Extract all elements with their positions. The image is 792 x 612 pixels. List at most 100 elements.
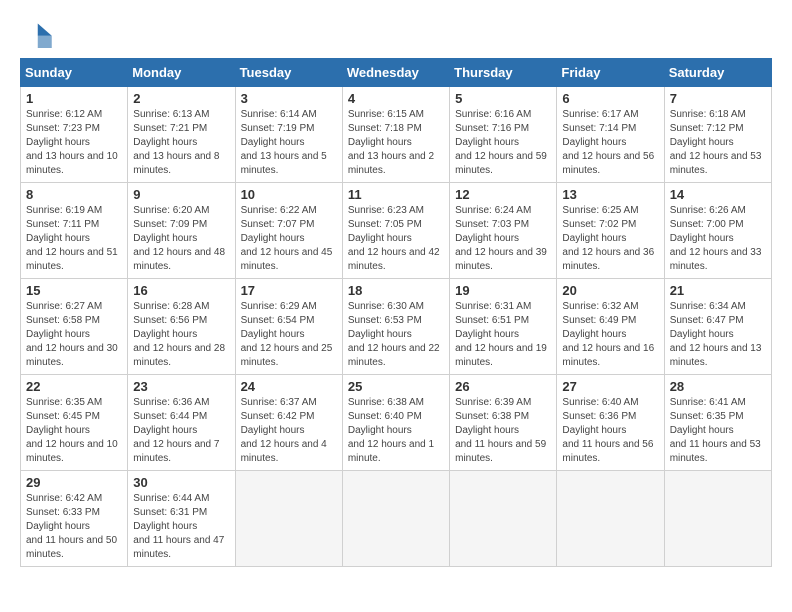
day-info: Sunrise: 6:13 AM Sunset: 7:21 PM Dayligh… xyxy=(133,109,219,176)
day-number: 1 xyxy=(26,91,122,106)
logo-icon xyxy=(20,20,52,48)
day-info: Sunrise: 6:37 AM Sunset: 6:42 PM Dayligh… xyxy=(241,397,327,464)
calendar-cell: 9 Sunrise: 6:20 AM Sunset: 7:09 PM Dayli… xyxy=(128,183,235,279)
calendar-header-row: SundayMondayTuesdayWednesdayThursdayFrid… xyxy=(21,59,772,87)
calendar-cell: 8 Sunrise: 6:19 AM Sunset: 7:11 PM Dayli… xyxy=(21,183,128,279)
day-info: Sunrise: 6:29 AM Sunset: 6:54 PM Dayligh… xyxy=(241,301,333,368)
calendar-cell: 28 Sunrise: 6:41 AM Sunset: 6:35 PM Dayl… xyxy=(664,375,771,471)
calendar-cell: 12 Sunrise: 6:24 AM Sunset: 7:03 PM Dayl… xyxy=(450,183,557,279)
day-number: 9 xyxy=(133,187,229,202)
day-info: Sunrise: 6:32 AM Sunset: 6:49 PM Dayligh… xyxy=(562,301,654,368)
day-number: 5 xyxy=(455,91,551,106)
day-info: Sunrise: 6:31 AM Sunset: 6:51 PM Dayligh… xyxy=(455,301,547,368)
day-info: Sunrise: 6:28 AM Sunset: 6:56 PM Dayligh… xyxy=(133,301,225,368)
calendar-cell: 26 Sunrise: 6:39 AM Sunset: 6:38 PM Dayl… xyxy=(450,375,557,471)
day-number: 30 xyxy=(133,475,229,490)
header-cell-tuesday: Tuesday xyxy=(235,59,342,87)
day-info: Sunrise: 6:22 AM Sunset: 7:07 PM Dayligh… xyxy=(241,205,333,272)
day-number: 22 xyxy=(26,379,122,394)
calendar-cell xyxy=(235,471,342,567)
day-number: 16 xyxy=(133,283,229,298)
day-number: 25 xyxy=(348,379,444,394)
calendar-cell: 29 Sunrise: 6:42 AM Sunset: 6:33 PM Dayl… xyxy=(21,471,128,567)
calendar-cell: 24 Sunrise: 6:37 AM Sunset: 6:42 PM Dayl… xyxy=(235,375,342,471)
calendar-cell: 18 Sunrise: 6:30 AM Sunset: 6:53 PM Dayl… xyxy=(342,279,449,375)
day-number: 24 xyxy=(241,379,337,394)
calendar-cell: 22 Sunrise: 6:35 AM Sunset: 6:45 PM Dayl… xyxy=(21,375,128,471)
calendar-cell xyxy=(557,471,664,567)
day-info: Sunrise: 6:38 AM Sunset: 6:40 PM Dayligh… xyxy=(348,397,434,464)
day-number: 8 xyxy=(26,187,122,202)
day-number: 17 xyxy=(241,283,337,298)
day-number: 18 xyxy=(348,283,444,298)
day-number: 26 xyxy=(455,379,551,394)
calendar-cell: 13 Sunrise: 6:25 AM Sunset: 7:02 PM Dayl… xyxy=(557,183,664,279)
calendar-cell: 2 Sunrise: 6:13 AM Sunset: 7:21 PM Dayli… xyxy=(128,87,235,183)
calendar-cell: 20 Sunrise: 6:32 AM Sunset: 6:49 PM Dayl… xyxy=(557,279,664,375)
header-cell-monday: Monday xyxy=(128,59,235,87)
calendar-cell: 3 Sunrise: 6:14 AM Sunset: 7:19 PM Dayli… xyxy=(235,87,342,183)
day-info: Sunrise: 6:24 AM Sunset: 7:03 PM Dayligh… xyxy=(455,205,547,272)
day-info: Sunrise: 6:42 AM Sunset: 6:33 PM Dayligh… xyxy=(26,493,117,560)
day-number: 27 xyxy=(562,379,658,394)
calendar-cell: 23 Sunrise: 6:36 AM Sunset: 6:44 PM Dayl… xyxy=(128,375,235,471)
day-number: 11 xyxy=(348,187,444,202)
day-info: Sunrise: 6:27 AM Sunset: 6:58 PM Dayligh… xyxy=(26,301,118,368)
day-number: 2 xyxy=(133,91,229,106)
header-cell-saturday: Saturday xyxy=(664,59,771,87)
header-cell-friday: Friday xyxy=(557,59,664,87)
day-number: 7 xyxy=(670,91,766,106)
day-info: Sunrise: 6:30 AM Sunset: 6:53 PM Dayligh… xyxy=(348,301,440,368)
calendar-cell: 4 Sunrise: 6:15 AM Sunset: 7:18 PM Dayli… xyxy=(342,87,449,183)
day-info: Sunrise: 6:36 AM Sunset: 6:44 PM Dayligh… xyxy=(133,397,219,464)
header-cell-wednesday: Wednesday xyxy=(342,59,449,87)
day-number: 29 xyxy=(26,475,122,490)
day-number: 3 xyxy=(241,91,337,106)
day-number: 23 xyxy=(133,379,229,394)
day-info: Sunrise: 6:25 AM Sunset: 7:02 PM Dayligh… xyxy=(562,205,654,272)
day-number: 13 xyxy=(562,187,658,202)
calendar-table: SundayMondayTuesdayWednesdayThursdayFrid… xyxy=(20,58,772,567)
calendar-cell xyxy=(450,471,557,567)
day-info: Sunrise: 6:40 AM Sunset: 6:36 PM Dayligh… xyxy=(562,397,653,464)
day-info: Sunrise: 6:44 AM Sunset: 6:31 PM Dayligh… xyxy=(133,493,224,560)
calendar-cell: 7 Sunrise: 6:18 AM Sunset: 7:12 PM Dayli… xyxy=(664,87,771,183)
day-info: Sunrise: 6:19 AM Sunset: 7:11 PM Dayligh… xyxy=(26,205,118,272)
day-number: 21 xyxy=(670,283,766,298)
day-info: Sunrise: 6:15 AM Sunset: 7:18 PM Dayligh… xyxy=(348,109,434,176)
calendar-cell xyxy=(664,471,771,567)
calendar-cell: 27 Sunrise: 6:40 AM Sunset: 6:36 PM Dayl… xyxy=(557,375,664,471)
day-info: Sunrise: 6:34 AM Sunset: 6:47 PM Dayligh… xyxy=(670,301,762,368)
day-info: Sunrise: 6:20 AM Sunset: 7:09 PM Dayligh… xyxy=(133,205,225,272)
calendar-cell: 10 Sunrise: 6:22 AM Sunset: 7:07 PM Dayl… xyxy=(235,183,342,279)
day-info: Sunrise: 6:39 AM Sunset: 6:38 PM Dayligh… xyxy=(455,397,546,464)
day-info: Sunrise: 6:35 AM Sunset: 6:45 PM Dayligh… xyxy=(26,397,118,464)
day-number: 15 xyxy=(26,283,122,298)
day-number: 19 xyxy=(455,283,551,298)
day-info: Sunrise: 6:17 AM Sunset: 7:14 PM Dayligh… xyxy=(562,109,654,176)
day-info: Sunrise: 6:12 AM Sunset: 7:23 PM Dayligh… xyxy=(26,109,118,176)
calendar-cell xyxy=(342,471,449,567)
day-info: Sunrise: 6:14 AM Sunset: 7:19 PM Dayligh… xyxy=(241,109,327,176)
calendar-cell: 25 Sunrise: 6:38 AM Sunset: 6:40 PM Dayl… xyxy=(342,375,449,471)
calendar-cell: 19 Sunrise: 6:31 AM Sunset: 6:51 PM Dayl… xyxy=(450,279,557,375)
day-info: Sunrise: 6:26 AM Sunset: 7:00 PM Dayligh… xyxy=(670,205,762,272)
calendar-week-row: 8 Sunrise: 6:19 AM Sunset: 7:11 PM Dayli… xyxy=(21,183,772,279)
calendar-week-row: 1 Sunrise: 6:12 AM Sunset: 7:23 PM Dayli… xyxy=(21,87,772,183)
calendar-cell: 11 Sunrise: 6:23 AM Sunset: 7:05 PM Dayl… xyxy=(342,183,449,279)
day-number: 10 xyxy=(241,187,337,202)
calendar-cell: 16 Sunrise: 6:28 AM Sunset: 6:56 PM Dayl… xyxy=(128,279,235,375)
day-info: Sunrise: 6:18 AM Sunset: 7:12 PM Dayligh… xyxy=(670,109,762,176)
page-header xyxy=(20,20,772,48)
day-number: 4 xyxy=(348,91,444,106)
day-number: 14 xyxy=(670,187,766,202)
calendar-cell: 15 Sunrise: 6:27 AM Sunset: 6:58 PM Dayl… xyxy=(21,279,128,375)
calendar-cell: 30 Sunrise: 6:44 AM Sunset: 6:31 PM Dayl… xyxy=(128,471,235,567)
calendar-cell: 1 Sunrise: 6:12 AM Sunset: 7:23 PM Dayli… xyxy=(21,87,128,183)
day-number: 6 xyxy=(562,91,658,106)
calendar-week-row: 15 Sunrise: 6:27 AM Sunset: 6:58 PM Dayl… xyxy=(21,279,772,375)
logo xyxy=(20,20,56,48)
day-number: 28 xyxy=(670,379,766,394)
day-number: 12 xyxy=(455,187,551,202)
calendar-week-row: 29 Sunrise: 6:42 AM Sunset: 6:33 PM Dayl… xyxy=(21,471,772,567)
